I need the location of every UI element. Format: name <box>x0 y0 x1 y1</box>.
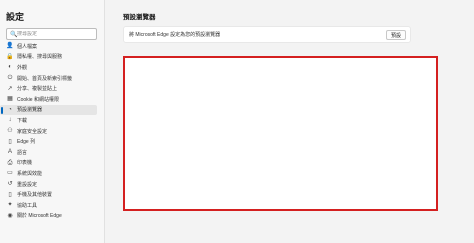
sidebar-nav: 👤 個人檔案 🔒 隱私權、搜尋與服務 ◐ 外觀 ⏻ 開始、首頁及新索引標籤 ↗ 分享、複製並貼上 ▦… <box>0 41 105 221</box>
sidebar-item[interactable]: ↓ 下載 <box>0 115 105 126</box>
sidebar-item-label: Edge 列 <box>17 139 36 146</box>
download-icon: ↓ <box>8 117 12 124</box>
sidebar-item[interactable]: ▦ Cookie 和網站權限 <box>0 94 105 105</box>
search-box[interactable]: 🔍 <box>6 28 97 40</box>
sidebar-item-label: 家庭安全設定 <box>17 128 48 135</box>
printer-icon: ⎙ <box>7 159 13 166</box>
sidebar-item-label: 語言 <box>17 149 28 156</box>
lock-icon: 🔒 <box>6 53 14 60</box>
edge-logo-icon: ◉ <box>7 212 13 219</box>
cookie-icon: ▦ <box>7 96 13 103</box>
sidebar-item-label: 外觀 <box>17 64 28 71</box>
accessibility-icon: ✦ <box>7 202 13 209</box>
sidebar-item[interactable]: ⚇ 家庭安全設定 <box>0 126 105 137</box>
sidebar-item-label: 預設瀏覽器 <box>17 107 43 114</box>
sidebar-item[interactable]: ↗ 分享、複製並貼上 <box>0 83 105 94</box>
sidebar-item[interactable]: ⏻ 開始、首頁及新索引標籤 <box>0 73 105 84</box>
browser-icon: ◔ <box>8 106 12 113</box>
search-input[interactable] <box>17 31 93 37</box>
family-icon: ⚇ <box>7 128 13 135</box>
sidebar-item[interactable]: A 語言 <box>0 147 105 158</box>
edge-bar-icon: ▯ <box>8 138 12 145</box>
sidebar-item-label: 手機及其他裝置 <box>17 192 53 199</box>
sidebar-item[interactable]: ▯ Edge 列 <box>0 136 105 147</box>
sidebar-item-label: 分享、複製並貼上 <box>17 86 58 93</box>
sidebar-item-label: Cookie 和網站權限 <box>17 96 59 103</box>
sidebar-item-label: 印表機 <box>17 160 33 167</box>
default-browser-card: 將 Microsoft Edge 設定為您的預設瀏覽器 預設 <box>123 26 411 43</box>
reset-icon: ↺ <box>7 181 13 188</box>
share-icon: ↗ <box>7 85 13 92</box>
sidebar-item[interactable]: ◐ 外觀 <box>0 62 105 73</box>
make-default-button[interactable]: 預設 <box>385 30 406 40</box>
search-icon: 🔍 <box>10 31 18 38</box>
sidebar-item-label: 開始、首頁及新索引標籤 <box>17 75 73 82</box>
sidebar-item-label: 系統與效能 <box>17 170 43 177</box>
sidebar-item[interactable]: ⎙ 印表機 <box>0 158 105 169</box>
profile-icon: 👤 <box>6 43 14 50</box>
sidebar-item-label: 隱私權、搜尋與服務 <box>17 54 63 61</box>
language-icon: A <box>7 149 12 156</box>
sidebar-item[interactable]: ◉ 關於 Microsoft Edge <box>0 211 105 222</box>
sidebar-title: 設定 <box>6 12 25 22</box>
power-icon: ⏻ <box>7 75 13 82</box>
sidebar-item[interactable]: ▭ 系統與效能 <box>0 168 105 179</box>
phone-icon: ▯ <box>8 191 12 198</box>
default-browser-text: 將 Microsoft Edge 設定為您的預設瀏覽器 <box>129 32 221 38</box>
sidebar-item[interactable]: ▯ 手機及其他裝置 <box>0 189 105 200</box>
settings-sidebar: 設定 🔍 👤個人檔案🔒隱私權、搜尋與服務◐外觀⏻開始、首頁及新索引標籤↗分享、複… <box>0 0 105 243</box>
palette-icon: ◐ <box>8 64 12 71</box>
sidebar-item-label: 協助工具 <box>17 202 38 209</box>
sidebar-item[interactable]: ◔ 預設瀏覽器 <box>0 104 97 116</box>
sidebar-item-label: 個人檔案 <box>17 43 38 50</box>
sidebar-item[interactable]: 👤 個人檔案 <box>0 41 105 52</box>
sidebar-item[interactable]: ✦ 協助工具 <box>0 200 105 211</box>
sidebar-item-label: 下載 <box>17 117 28 124</box>
sidebar-item[interactable]: ↺ 重設設定 <box>0 179 105 190</box>
sidebar-item[interactable]: 🔒 隱私權、搜尋與服務 <box>0 52 105 63</box>
sidebar-item-label: 重設設定 <box>17 181 38 188</box>
system-icon: ▭ <box>7 170 13 177</box>
highlighted-content-panel <box>123 56 438 211</box>
page-title: 預設瀏覽器 <box>123 14 156 21</box>
sidebar-item-label: 關於 Microsoft Edge <box>17 213 62 220</box>
